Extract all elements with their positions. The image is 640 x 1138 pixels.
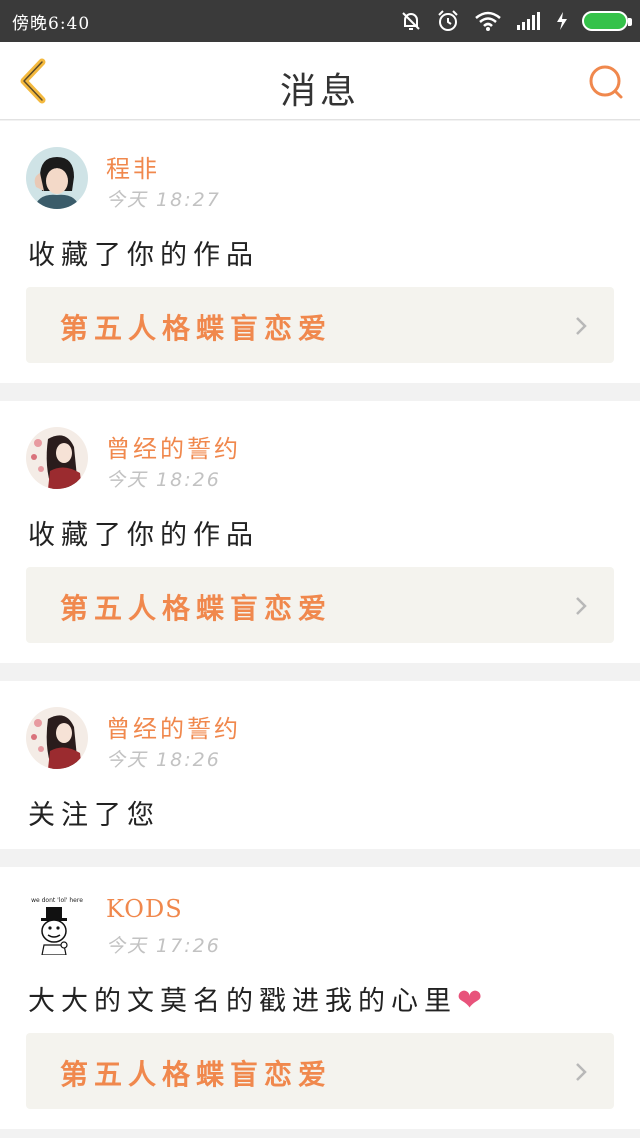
message-text: 收藏了你的作品	[28, 520, 259, 551]
battery-icon	[582, 11, 632, 31]
message-list: 程非 今天 18:27 收藏了你的作品 第五人格蝶盲恋爱 曾经的誓约 今天 18…	[0, 121, 640, 1129]
list-item: 程非 今天 18:27 收藏了你的作品 第五人格蝶盲恋爱	[0, 121, 640, 383]
avatar[interactable]: we dont 'lol' here	[26, 893, 88, 955]
message-text: 关注了您	[28, 800, 160, 831]
list-item: 曾经的誓约 今天 18:26 关注了您	[0, 681, 640, 849]
page-title: 消息	[279, 71, 360, 112]
timestamp: 今天 18:27	[106, 189, 221, 211]
search-button[interactable]	[586, 62, 626, 102]
chevron-right-icon	[576, 317, 587, 335]
work-title: 第五人格蝶盲恋爱	[60, 312, 333, 345]
status-bar: 傍晚6:40	[0, 0, 640, 42]
mute-bell-icon	[402, 12, 420, 30]
user-name[interactable]: 曾经的誓约	[106, 709, 241, 744]
divider	[0, 663, 640, 681]
timestamp: 今天 18:26	[106, 749, 221, 771]
work-link[interactable]: 第五人格蝶盲恋爱	[26, 1033, 614, 1109]
avatar[interactable]	[26, 707, 88, 769]
heart-icon: ❤	[457, 983, 483, 1018]
wifi-icon	[475, 11, 501, 31]
search-icon	[589, 65, 623, 99]
divider	[0, 383, 640, 401]
chevron-right-icon	[576, 1063, 587, 1081]
alarm-icon	[438, 10, 458, 31]
avatar-caption: we dont 'lol' here	[31, 897, 83, 904]
work-link[interactable]: 第五人格蝶盲恋爱	[26, 287, 614, 363]
message-text: 大大的文莫名的戳进我的心里❤	[0, 967, 640, 1033]
status-icons	[400, 9, 632, 33]
user-name[interactable]: 曾经的誓约	[106, 429, 241, 464]
user-name[interactable]: 程非	[106, 149, 160, 184]
list-item: we dont 'lol' here KODS 今天 17:26 大大的文莫名的…	[0, 867, 640, 1129]
divider	[0, 849, 640, 867]
list-item: 曾经的誓约 今天 18:26 收藏了你的作品 第五人格蝶盲恋爱	[0, 401, 640, 663]
user-name[interactable]: KODS	[106, 895, 183, 923]
signal-icon	[517, 12, 540, 30]
avatar[interactable]	[26, 147, 88, 209]
message-text: 收藏了你的作品	[28, 240, 259, 271]
work-title: 第五人格蝶盲恋爱	[60, 592, 333, 625]
timestamp: 今天 17:26	[106, 935, 221, 957]
message-body: 大大的文莫名的戳进我的心里	[28, 986, 457, 1017]
charging-icon	[557, 12, 567, 30]
work-title: 第五人格蝶盲恋爱	[60, 1058, 333, 1091]
status-time: 傍晚6:40	[12, 13, 91, 34]
chevron-right-icon	[576, 597, 587, 615]
timestamp: 今天 18:26	[106, 469, 221, 491]
work-link[interactable]: 第五人格蝶盲恋爱	[26, 567, 614, 643]
avatar[interactable]	[26, 427, 88, 489]
nav-bar: 消息	[0, 42, 640, 120]
